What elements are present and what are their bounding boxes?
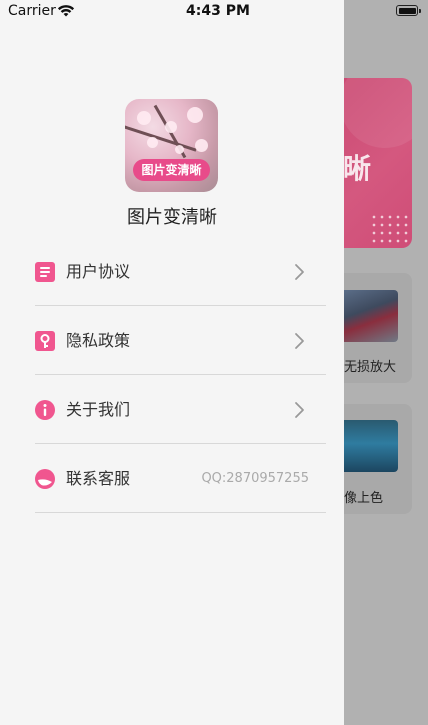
menu-item-label: 关于我们 [66, 400, 131, 419]
chevron-right-icon [289, 262, 309, 282]
support-qq-number: QQ:2870957255 [201, 471, 309, 486]
app-name: 图片变清晰 [127, 207, 217, 228]
divider [35, 374, 326, 375]
menu-item-label: 联系客服 [66, 469, 131, 488]
wifi-icon [57, 3, 75, 22]
privacy-lock-icon [35, 331, 55, 351]
support-icon [35, 469, 55, 489]
menu-item-label: 隐私政策 [66, 331, 131, 350]
divider [35, 305, 326, 306]
menu-item-about-us[interactable]: 关于我们 [35, 376, 326, 444]
status-time: 4:43 PM [186, 3, 250, 19]
background-card-label: 无损放大 [344, 360, 397, 375]
menu-item-user-agreement[interactable]: 用户协议 [35, 238, 326, 306]
app-logo-badge: 图片变清晰 [133, 159, 210, 181]
battery-icon [396, 5, 421, 16]
menu-item-privacy-policy[interactable]: 隐私政策 [35, 307, 326, 375]
divider [35, 443, 326, 444]
carrier-label: Carrier [8, 3, 56, 19]
document-icon [35, 262, 55, 282]
info-icon [35, 400, 55, 420]
status-bar: Carrier 4:43 PM [0, 0, 428, 24]
side-drawer: 图片变清晰 图片变清晰 用户协议 隐私政策 关于我们 联系客服 QQ:28709… [0, 0, 344, 725]
app-logo: 图片变清晰 [125, 99, 218, 192]
background-banner-text: 晰 [343, 152, 372, 185]
menu-item-contact-support[interactable]: 联系客服 QQ:2870957255 [35, 445, 326, 513]
divider [35, 512, 326, 513]
background-thumb-colorize [340, 420, 398, 472]
menu-item-label: 用户协议 [66, 262, 131, 281]
chevron-right-icon [289, 331, 309, 351]
background-thumb-upscale [340, 290, 398, 342]
chevron-right-icon [289, 400, 309, 420]
background-card-label: 像上色 [344, 491, 384, 506]
